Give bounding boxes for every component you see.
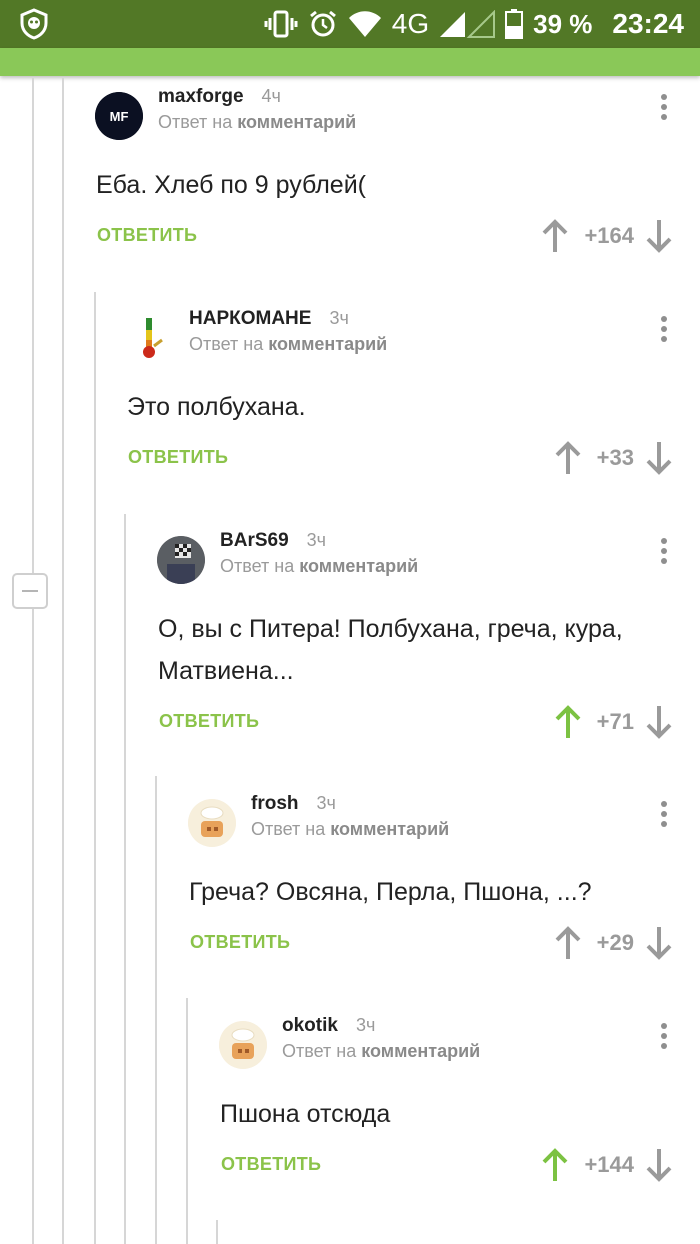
arrow-down-icon[interactable] xyxy=(646,219,672,253)
comment-text: Это полбухана. xyxy=(127,386,306,428)
arrow-up-icon[interactable] xyxy=(555,705,581,739)
more-vert-icon[interactable] xyxy=(660,316,668,346)
username-text[interactable]: BArS69 xyxy=(220,530,289,551)
reply-button[interactable]: ОТВЕТИТЬ xyxy=(159,711,259,732)
app-shield-icon xyxy=(20,8,48,40)
arrow-up-icon[interactable] xyxy=(555,441,581,475)
thread-line xyxy=(216,1220,218,1244)
comment-text-line: Матвиена... xyxy=(158,657,294,685)
avatar[interactable]: MF xyxy=(95,92,143,140)
comment-text: О, вы с Питера! Полбухана, греча, кура, … xyxy=(158,608,623,692)
comment-text-line: Греча? Овсяна, Перла, Пшона, ...? xyxy=(189,878,592,906)
reply-prefix: Ответ на xyxy=(158,112,233,132)
alarm-icon xyxy=(309,10,336,37)
arrow-up-icon[interactable] xyxy=(555,926,581,960)
rating: +33 xyxy=(596,445,634,470)
arrow-down-icon[interactable] xyxy=(646,705,672,739)
comment-text-line: Пшона отсюда xyxy=(220,1100,391,1128)
arrow-down-icon[interactable] xyxy=(646,1148,672,1182)
battery-level: 39 % xyxy=(533,8,593,39)
comment-text: Греча? Овсяна, Перла, Пшона, ...? xyxy=(189,871,592,913)
username-text[interactable]: maxforge xyxy=(158,86,244,107)
clock: 23:24 xyxy=(612,8,684,39)
vote-controls: +33 xyxy=(555,438,672,478)
comment-text-line: О, вы с Питера! Полбухана, греча, кура, xyxy=(158,615,623,643)
username[interactable]: BArS69 3ч xyxy=(220,530,326,552)
more-vert-icon[interactable] xyxy=(660,94,668,124)
username-text[interactable]: НАРКОМАНЕ xyxy=(189,308,311,329)
vote-controls: +71 xyxy=(555,702,672,742)
comment-text-line: Это полбухана. xyxy=(127,393,306,421)
avatar-image xyxy=(188,799,236,847)
username-text[interactable]: frosh xyxy=(251,793,299,814)
vote-controls: +29 xyxy=(555,923,672,963)
comment-text-line: Еба. Хлеб по 9 рублей( xyxy=(96,171,366,199)
status-bar: 4G 39 % 23:24 xyxy=(0,0,700,48)
comment: НАРКОМАНЕ 3ч Ответ на комментарий Это пол… xyxy=(0,308,700,484)
avatar-image xyxy=(219,1021,267,1069)
battery-icon xyxy=(505,9,524,39)
comment: okotik 3ч Ответ на комментарий Пшона отсю… xyxy=(0,1015,700,1191)
avatar[interactable] xyxy=(126,314,174,362)
comment: MF maxforge 4ч Ответ на комментарий Еба. … xyxy=(0,86,700,262)
comment: BArS69 3ч Ответ на комментарий О, вы с Пи… xyxy=(0,530,700,746)
comment-time: 3ч xyxy=(355,1015,376,1035)
reply-to: Ответ на комментарий xyxy=(220,556,418,577)
comment-text: Пшона отсюда xyxy=(220,1093,390,1135)
arrow-up-icon[interactable] xyxy=(542,1148,568,1182)
reply-target-link[interactable]: комментарий xyxy=(361,1041,480,1061)
avatar[interactable] xyxy=(157,536,205,584)
reply-target-link[interactable]: комментарий xyxy=(237,112,356,132)
comment: frosh 3ч Ответ на комментарий Греча? Овся… xyxy=(0,793,700,969)
username[interactable]: frosh 3ч xyxy=(251,793,336,815)
comment-text: Еба. Хлеб по 9 рублей( xyxy=(96,164,366,206)
app-toolbar xyxy=(0,48,700,76)
more-vert-icon[interactable] xyxy=(660,538,668,568)
avatar[interactable] xyxy=(219,1021,267,1069)
reply-button[interactable]: ОТВЕТИТЬ xyxy=(97,225,197,246)
arrow-up-icon[interactable] xyxy=(542,219,568,253)
arrow-down-icon[interactable] xyxy=(646,441,672,475)
avatar-image: MF xyxy=(95,92,143,140)
username[interactable]: okotik 3ч xyxy=(282,1015,375,1037)
reply-prefix: Ответ на xyxy=(189,334,264,354)
username[interactable]: НАРКОМАНЕ 3ч xyxy=(189,308,349,330)
vibrate-icon xyxy=(264,10,298,38)
reply-target-link[interactable]: комментарий xyxy=(330,819,449,839)
reply-to: Ответ на комментарий xyxy=(158,112,356,133)
wifi-icon xyxy=(348,11,381,37)
username-text[interactable]: okotik xyxy=(282,1015,338,1036)
reply-to: Ответ на комментарий xyxy=(251,819,449,840)
reply-button[interactable]: ОТВЕТИТЬ xyxy=(221,1154,321,1175)
comment-time: 3ч xyxy=(306,530,327,550)
reply-prefix: Ответ на xyxy=(282,1041,357,1061)
network-type: 4G xyxy=(391,8,430,39)
comment-time: 3ч xyxy=(329,308,349,328)
svg-text:MF: MF xyxy=(110,109,129,124)
username[interactable]: maxforge 4ч xyxy=(158,86,281,108)
reply-target-link[interactable]: комментарий xyxy=(268,334,387,354)
arrow-down-icon[interactable] xyxy=(646,926,672,960)
signal-icon xyxy=(440,10,496,38)
vote-controls: +144 xyxy=(542,1145,672,1185)
reply-to: Ответ на комментарий xyxy=(189,334,387,355)
reply-to: Ответ на комментарий xyxy=(282,1041,480,1062)
rating: +144 xyxy=(584,1152,634,1177)
rating: +71 xyxy=(596,709,634,734)
more-vert-icon[interactable] xyxy=(660,801,668,831)
rating: +164 xyxy=(584,223,634,248)
rating: +29 xyxy=(596,930,634,955)
reply-button[interactable]: ОТВЕТИТЬ xyxy=(128,447,228,468)
reply-button[interactable]: ОТВЕТИТЬ xyxy=(190,932,290,953)
comment-time: 4ч xyxy=(261,86,281,106)
avatar[interactable] xyxy=(188,799,236,847)
avatar-image xyxy=(143,318,163,358)
reply-prefix: Ответ на xyxy=(220,556,295,576)
reply-prefix: Ответ на xyxy=(251,819,326,839)
comment-time: 3ч xyxy=(316,793,336,813)
avatar-image xyxy=(157,536,205,584)
more-vert-icon[interactable] xyxy=(660,1023,668,1053)
reply-target-link[interactable]: комментарий xyxy=(299,556,418,576)
vote-controls: +164 xyxy=(542,216,672,256)
